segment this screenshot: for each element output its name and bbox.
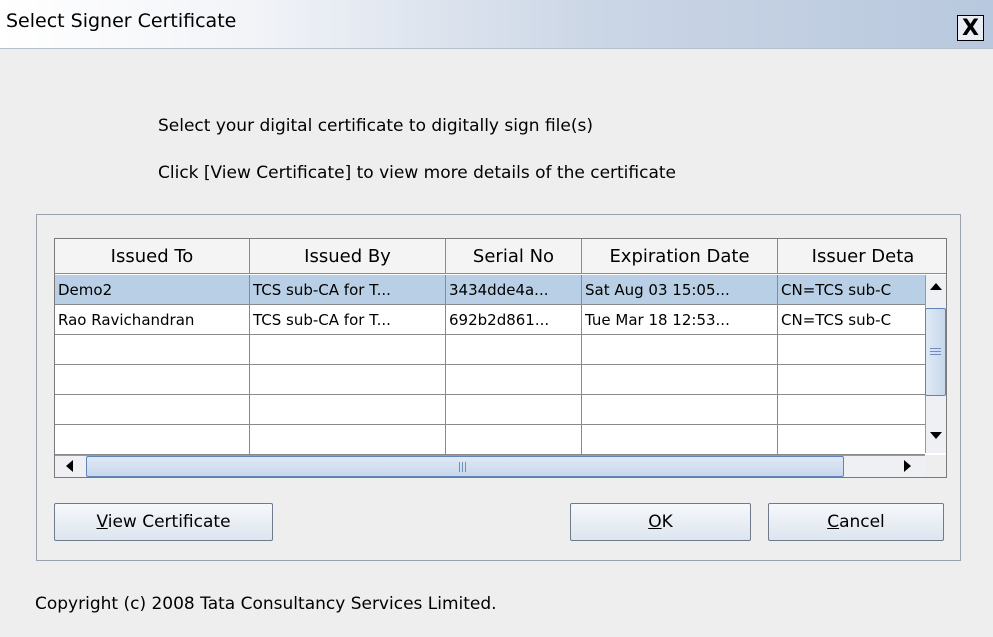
cell-serial-no: 3434dde4a... [446, 275, 582, 305]
cell-issued-by [250, 335, 446, 365]
grip-line [462, 462, 463, 472]
cell-issued-to: Demo2 [55, 275, 250, 305]
button-label: K [661, 512, 673, 532]
horizontal-scroll-thumb[interactable] [86, 456, 844, 477]
cell-issuer-details: CN=TCS sub-C [778, 275, 925, 305]
cell-issued-to [55, 395, 250, 425]
cell-serial-no [446, 365, 582, 395]
cell-issued-to: Rao Ravichandran [55, 305, 250, 335]
cell-issuer-details [778, 335, 925, 365]
table-row[interactable] [55, 365, 925, 395]
cell-expiration-date: Tue Mar 18 12:53... [582, 305, 778, 335]
cell-issuer-details [778, 365, 925, 395]
table-row[interactable] [55, 425, 925, 455]
cell-expiration-date [582, 365, 778, 395]
cell-expiration-date [582, 335, 778, 365]
grip-line [930, 348, 941, 349]
cell-expiration-date: Sat Aug 03 15:05... [582, 275, 778, 305]
table-row[interactable]: Rao Ravichandran TCS sub-CA for T... 692b2… [55, 305, 925, 335]
cell-issued-to [55, 365, 250, 395]
vertical-scroll-thumb[interactable] [925, 308, 946, 396]
arrow-up-icon[interactable] [930, 283, 942, 290]
arrow-right-icon[interactable] [904, 460, 911, 472]
cell-issued-by: TCS sub-CA for T... [250, 275, 446, 305]
close-icon: X [962, 16, 979, 41]
cell-issued-by [250, 425, 446, 455]
cell-issued-by: TCS sub-CA for T... [250, 305, 446, 335]
arrow-down-icon[interactable] [930, 432, 942, 439]
table-header: Issued To Issued By Serial No Expiration… [55, 239, 946, 275]
cell-serial-no [446, 335, 582, 365]
grip-line [459, 462, 460, 472]
cell-serial-no: 692b2d861... [446, 305, 582, 335]
button-label: ancel [839, 512, 885, 532]
cell-issued-to [55, 335, 250, 365]
window-title: Select Signer Certificate [6, 10, 237, 32]
scroll-corner [925, 455, 946, 477]
grip-line [930, 354, 941, 355]
mnemonic: O [648, 512, 662, 532]
mnemonic: C [827, 512, 840, 532]
cell-expiration-date [582, 425, 778, 455]
arrow-left-icon[interactable] [66, 460, 73, 472]
mnemonic: V [96, 512, 108, 532]
cell-issued-by [250, 395, 446, 425]
ok-button[interactable]: OK [570, 503, 751, 541]
table-row[interactable] [55, 335, 925, 365]
cancel-button[interactable]: Cancel [768, 503, 944, 541]
cell-issued-by [250, 365, 446, 395]
view-certificate-button[interactable]: View Certificate [54, 503, 273, 541]
grip-line [465, 462, 466, 472]
column-header-serial-no[interactable]: Serial No [446, 239, 582, 274]
cell-issuer-details [778, 425, 925, 455]
cell-serial-no [446, 425, 582, 455]
title-bar: Select Signer Certificate X [0, 0, 993, 49]
button-label: iew Certificate [107, 512, 231, 532]
column-header-issued-to[interactable]: Issued To [55, 239, 250, 274]
cell-serial-no [446, 395, 582, 425]
table-row[interactable]: Demo2 TCS sub-CA for T... 3434dde4a... Sat … [55, 275, 925, 305]
column-header-issued-by[interactable]: Issued By [250, 239, 446, 274]
instruction-select: Select your digital certificate to digit… [158, 116, 593, 136]
cell-expiration-date [582, 395, 778, 425]
grip-line [930, 351, 941, 352]
column-header-issuer-details[interactable]: Issuer Deta [778, 239, 946, 274]
close-button[interactable]: X [957, 15, 984, 41]
column-header-expiration-date[interactable]: Expiration Date [582, 239, 778, 274]
instruction-view: Click [View Certificate] to view more de… [158, 163, 677, 183]
cell-issued-to [55, 425, 250, 455]
cell-issuer-details [778, 395, 925, 425]
certificate-table[interactable]: Issued To Issued By Serial No Expiration… [54, 238, 947, 478]
copyright-text: Copyright (c) 2008 Tata Consultancy Serv… [35, 594, 497, 614]
table-row[interactable] [55, 395, 925, 425]
cell-issuer-details: CN=TCS sub-C [778, 305, 925, 335]
